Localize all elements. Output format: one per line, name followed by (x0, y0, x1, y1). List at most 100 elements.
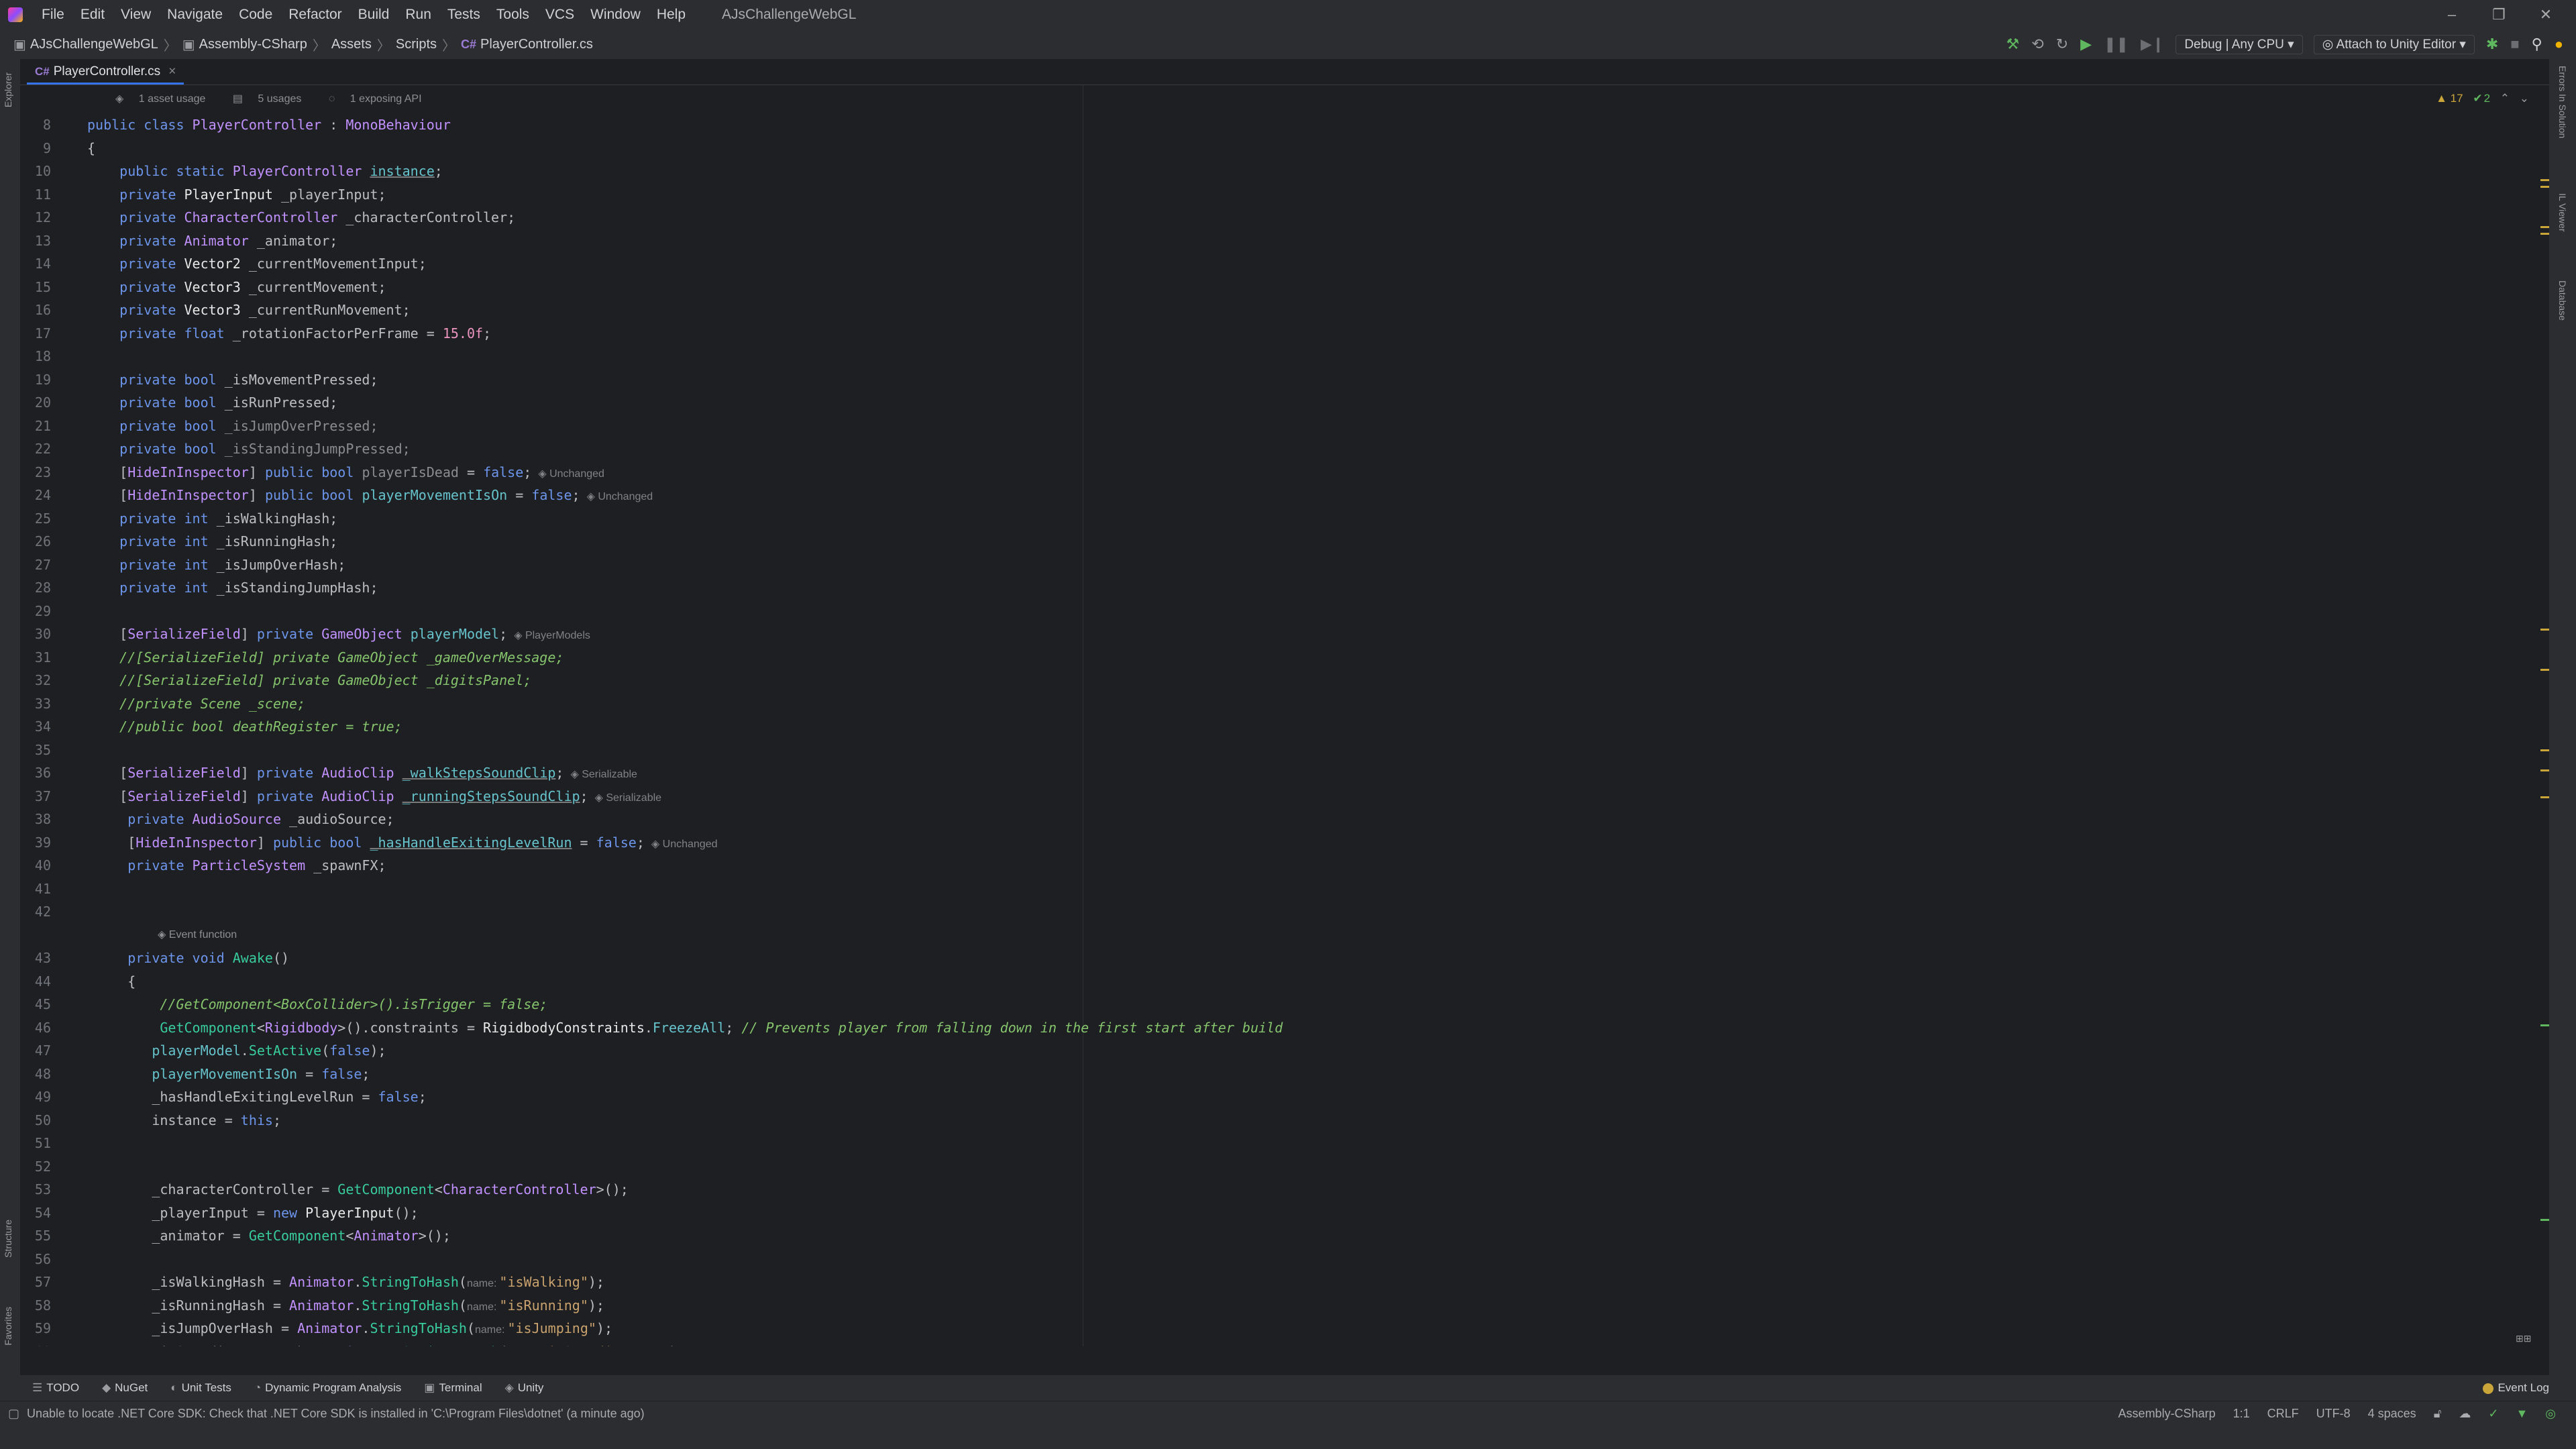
structure-tool-tab[interactable]: Structure (3, 1220, 13, 1258)
build-hammer-icon[interactable]: ⚒ (2006, 36, 2020, 53)
unity-icon: ◈ (115, 93, 124, 105)
warning-stripe[interactable] (2540, 629, 2549, 631)
menu-view[interactable]: View (113, 0, 159, 30)
breadcrumb-assets[interactable]: Assets (327, 37, 376, 52)
status-ok-icon[interactable]: ✓ (2488, 1401, 2498, 1426)
tab-playercontroller[interactable]: C# PlayerController.cs × (27, 60, 184, 85)
menu-refactor[interactable]: Refactor (280, 0, 350, 30)
minimize-button[interactable]: – (2428, 0, 2475, 30)
menu-navigate[interactable]: Navigate (159, 0, 231, 30)
breadcrumb-file[interactable]: C# PlayerController.cs (457, 37, 597, 52)
status-bar: ▢ Unable to locate .NET Core SDK: Check … (0, 1401, 2576, 1426)
menu-file[interactable]: File (34, 0, 72, 30)
breadcrumb-separator: 〉 (312, 38, 326, 54)
step-icon[interactable]: ▶❙ (2141, 36, 2164, 53)
menu-run[interactable]: Run (397, 0, 439, 30)
asset-usage-hint[interactable]: ◈ 1 asset usage (115, 93, 217, 105)
warning-stripe[interactable] (2540, 186, 2549, 188)
filter-icon[interactable]: ▼ (2516, 1401, 2528, 1426)
code-line: 15 private Vector3 _currentMovement; (34, 278, 386, 295)
notifications-icon[interactable]: ☁︎ (2459, 1401, 2471, 1426)
warning-stripe[interactable] (2540, 669, 2549, 671)
menu-tests[interactable]: Tests (439, 0, 488, 30)
event-function-hint[interactable]: ◈ Event function (158, 924, 237, 947)
reader-mode-icon[interactable]: ⊞⊞ (2516, 1333, 2542, 1346)
search-icon[interactable]: ⚲ (2532, 36, 2542, 53)
status-project-context[interactable]: Assembly-CSharp (2118, 1401, 2216, 1426)
code-line: 21 private bool _isJumpOverPressed; (34, 417, 378, 434)
usages-hint[interactable]: ▤ 5 usages (233, 93, 314, 105)
configuration-selector[interactable]: Debug | Any CPU ▾ (2176, 34, 2303, 54)
exposing-api-hint[interactable]: ◌ 1 exposing API (329, 93, 434, 105)
tab-terminal[interactable]: ▣ Terminal (424, 1381, 482, 1395)
code-line: 43 private void Awake() (34, 950, 290, 966)
code-line: 38 private AudioSource _audioSource; (34, 811, 394, 827)
warning-stripe[interactable] (2540, 233, 2549, 235)
play-icon[interactable]: ▶ (2080, 36, 2092, 53)
database-tab[interactable]: Database (2557, 280, 2568, 321)
status-line-separator[interactable]: CRLF (2267, 1401, 2299, 1426)
close-window-button[interactable]: ✕ (2522, 0, 2569, 30)
status-caret-position[interactable]: 1:1 (2233, 1401, 2250, 1426)
tab-todo[interactable]: ☰ TODO (32, 1381, 79, 1395)
maximize-button[interactable]: ❐ (2475, 0, 2522, 30)
code-line: 10 public static PlayerController instan… (34, 163, 443, 179)
menu-window[interactable]: Window (582, 0, 649, 30)
breadcrumb-project[interactable]: ▣ AJsChallengeWebGL (9, 36, 162, 53)
warning-stripe[interactable] (2540, 796, 2549, 798)
code-line: 22 private bool _isStandingJumpPressed; (34, 441, 411, 457)
attach-unity-selector[interactable]: ◎ Attach to Unity Editor ▾ (2313, 34, 2475, 54)
debug-bug-icon[interactable]: ✱ (2486, 36, 2498, 53)
tab-dynamic-program-analysis[interactable]: ◔ Dynamic Program Analysis (254, 1381, 401, 1395)
lock-icon[interactable]: 🔓︎ (2434, 1401, 2442, 1426)
errors-in-solution-tab[interactable]: Errors In Solution (2557, 66, 2568, 138)
code-editor[interactable]: ◈ 1 asset usage ▤ 5 usages ◌ 1 exposing … (20, 85, 2549, 1346)
warning-stripe[interactable] (2540, 226, 2549, 228)
chevron-down-icon[interactable]: ⌄ (2520, 92, 2529, 105)
status-indent[interactable]: 4 spaces (2368, 1401, 2416, 1426)
toggle-tool-windows-icon[interactable]: ▢ (8, 1407, 19, 1421)
warning-stripe[interactable] (2540, 179, 2549, 181)
chevron-up-icon[interactable]: ⌃ (2500, 92, 2510, 105)
updates-icon[interactable]: ● (2555, 36, 2563, 53)
favorites-tool-tab[interactable]: Favorites (3, 1307, 13, 1346)
status-message[interactable]: Unable to locate .NET Core SDK: Check th… (27, 1407, 645, 1421)
tab-unity[interactable]: ◈ Unity (505, 1381, 544, 1395)
rebuild-icon[interactable]: ⟲ (2031, 36, 2043, 53)
status-encoding[interactable]: UTF-8 (2316, 1401, 2351, 1426)
pause-icon[interactable]: ❚❚ (2104, 36, 2129, 53)
menu-help[interactable]: Help (649, 0, 694, 30)
explorer-tool-tab[interactable]: Explorer (3, 72, 13, 107)
breadcrumb-assembly[interactable]: ▣ Assembly-CSharp (178, 36, 311, 53)
breadcrumb-separator: 〉 (376, 38, 390, 54)
inspection-widget[interactable]: ▲ 17 ✔ 2 ⌃ ⌄ (2436, 92, 2529, 105)
code-line: 18 (34, 348, 51, 364)
menu-vcs[interactable]: VCS (537, 0, 582, 30)
stop-icon[interactable]: ■ (2510, 36, 2519, 53)
event-log-button[interactable]: Event Log (2483, 1375, 2549, 1401)
tab-nuget[interactable]: ◆ NuGet (102, 1381, 148, 1395)
il-viewer-tab[interactable]: IL Viewer (2557, 193, 2568, 232)
breadcrumb-scripts[interactable]: Scripts (392, 37, 441, 52)
menu-code[interactable]: Code (231, 0, 280, 30)
code-line: 28 private int _isStandingJumpHash; (34, 580, 378, 596)
left-tool-strip: Explorer Structure Favorites (0, 59, 20, 1375)
unity-icon: ◈ (158, 928, 166, 941)
inspection-status-icon[interactable]: ◎ (2545, 1401, 2556, 1426)
test-icon: ◐ (170, 1381, 178, 1394)
tab-unit-tests[interactable]: ◐ Unit Tests (170, 1381, 231, 1395)
refresh-icon[interactable]: ↻ (2056, 36, 2068, 53)
info-stripe[interactable] (2540, 1219, 2549, 1221)
menu-build[interactable]: Build (350, 0, 398, 30)
code-line: 14 private Vector2 _currentMovementInput… (34, 256, 427, 272)
menu-tools[interactable]: Tools (488, 0, 537, 30)
bottom-tool-tabs: ☰ TODO ◆ NuGet ◐ Unit Tests ◔ Dynamic Progra… (0, 1375, 2576, 1401)
close-tab-icon[interactable]: × (168, 64, 176, 79)
warning-stripe[interactable] (2540, 769, 2549, 771)
menu-edit[interactable]: Edit (72, 0, 113, 30)
info-stripe[interactable] (2540, 1024, 2549, 1026)
event-function-hint-row: ◈ Event function (20, 924, 1283, 947)
code-line: 17 private float _rotationFactorPerFrame… (34, 325, 492, 341)
code-line: 45 //GetComponent<BoxCollider>().isTrigg… (34, 996, 548, 1012)
warning-stripe[interactable] (2540, 749, 2549, 751)
